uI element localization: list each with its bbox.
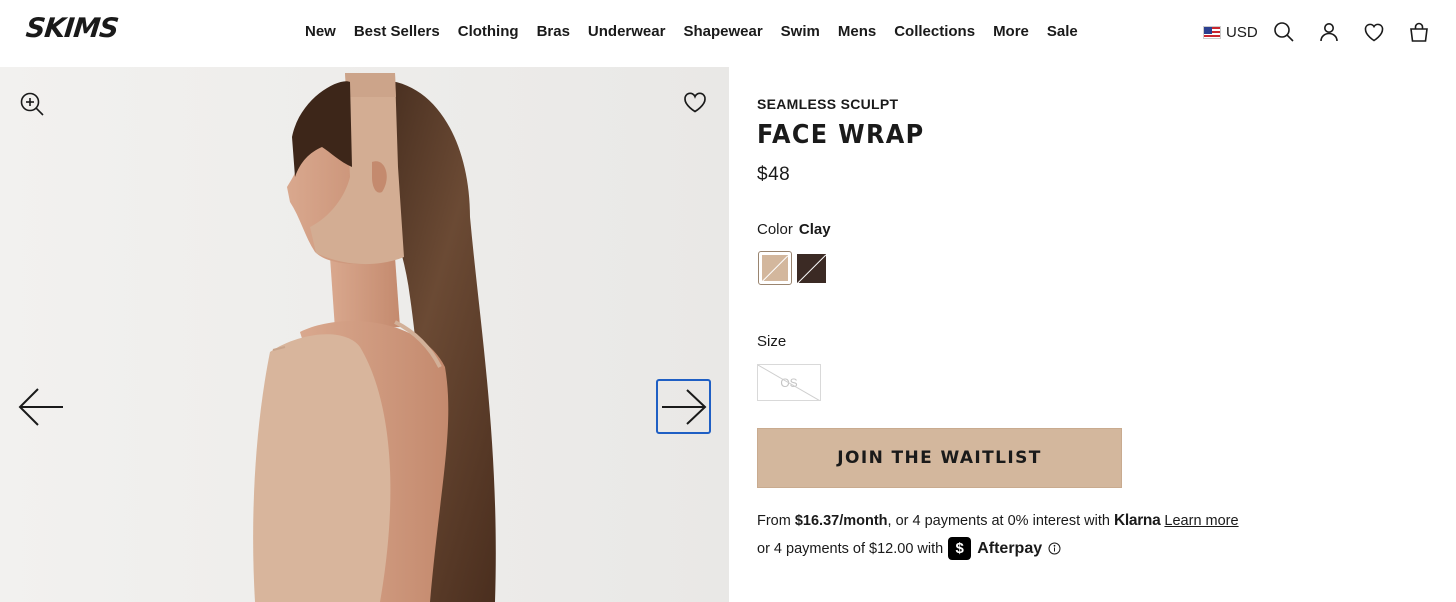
nav-item-clothing[interactable]: Clothing	[458, 22, 519, 42]
heart-icon[interactable]	[682, 90, 708, 114]
nav-item-bras[interactable]: Bras	[537, 22, 570, 42]
account-icon[interactable]	[1317, 20, 1341, 44]
afterpay-prefix: or 4 payments of $12.00 with	[757, 540, 944, 557]
size-option-os[interactable]: OS	[757, 364, 821, 401]
klarna-amount: $16.37/month	[794, 513, 888, 529]
header-utilities: USD	[1203, 18, 1431, 46]
swatch-clay[interactable]	[758, 251, 792, 285]
skims-logo[interactable]: SKIMS	[24, 13, 119, 44]
klarna-logo: Klarna	[1113, 512, 1161, 529]
nav-item-best-sellers[interactable]: Best Sellers	[354, 22, 440, 42]
product-price: $48	[757, 164, 791, 185]
size-label: Size	[757, 333, 787, 350]
zoom-in-icon[interactable]	[19, 91, 45, 117]
nav-item-collections[interactable]: Collections	[894, 22, 975, 42]
color-label: Color	[757, 221, 793, 238]
product-photo	[0, 67, 729, 602]
afterpay-message: or 4 payments of $12.00 with $ Afterpay	[757, 537, 1061, 560]
selected-color: Clay	[798, 221, 831, 238]
nav-item-shapewear[interactable]: Shapewear	[683, 22, 762, 42]
main-nav: New Best Sellers Clothing Bras Underwear…	[305, 22, 1096, 42]
product-gallery	[0, 67, 729, 602]
klarna-message: From $16.37/month, or 4 payments at 0% i…	[757, 512, 1239, 530]
info-icon[interactable]	[1048, 542, 1061, 555]
join-waitlist-button[interactable]: JOIN THE WAITLIST	[757, 428, 1122, 488]
size-option-label: OS	[780, 375, 798, 390]
next-image-button[interactable]	[656, 379, 711, 434]
search-icon[interactable]	[1272, 20, 1296, 44]
arrow-right-icon	[661, 388, 706, 425]
product-collection: SEAMLESS SCULPT	[757, 96, 899, 112]
swatch-cocoa[interactable]	[797, 254, 826, 283]
nav-item-sale[interactable]: Sale	[1047, 22, 1078, 42]
learn-more-link[interactable]: Learn more	[1164, 513, 1238, 529]
product-title: FACE WRAP	[757, 120, 925, 150]
bag-icon[interactable]	[1407, 20, 1431, 44]
color-selection: Color Clay	[757, 221, 831, 238]
site-header: SKIMS New Best Sellers Clothing Bras Und…	[0, 0, 1456, 67]
nav-item-underwear[interactable]: Underwear	[588, 22, 666, 42]
flag-us-icon[interactable]	[1203, 25, 1221, 39]
product-details: SEAMLESS SCULPT FACE WRAP $48 Color Clay …	[757, 67, 1437, 602]
arrow-left-icon[interactable]	[17, 385, 65, 429]
klarna-prefix: From	[757, 513, 795, 529]
klarna-middle: , or 4 payments at 0% interest with	[887, 513, 1110, 529]
nav-item-new[interactable]: New	[305, 22, 336, 42]
nav-item-swim[interactable]: Swim	[781, 22, 820, 42]
nav-item-more[interactable]: More	[993, 22, 1029, 42]
wishlist-icon[interactable]	[1362, 20, 1386, 44]
currency-selector[interactable]: USD	[1226, 24, 1258, 41]
nav-item-mens[interactable]: Mens	[838, 22, 876, 42]
afterpay-logo-icon: $	[948, 537, 972, 560]
afterpay-brand: Afterpay	[977, 539, 1043, 557]
